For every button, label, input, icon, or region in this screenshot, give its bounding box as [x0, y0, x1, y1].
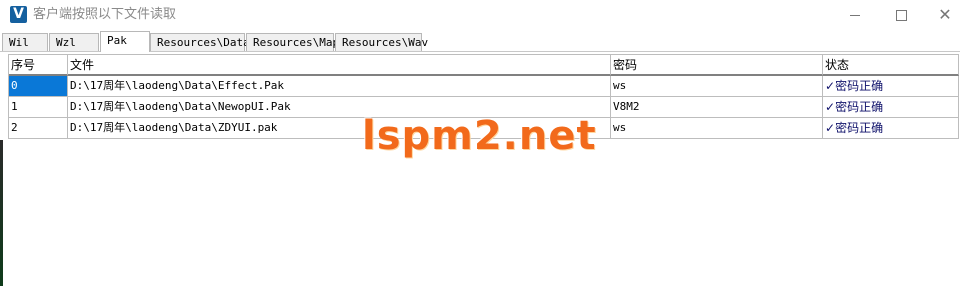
cell-file[interactable]: D:\17周年\laodeng\Data\Effect.Pak [68, 76, 611, 97]
minimize-button[interactable] [832, 0, 878, 30]
tab-wil[interactable]: Wil [2, 33, 48, 51]
app-icon: V [10, 6, 27, 23]
status-text: 密码正确 [835, 100, 884, 114]
header-row: 序号 文件 密码 状态 [9, 55, 959, 76]
background-window-edge [0, 140, 3, 286]
minimize-icon [850, 14, 860, 16]
cell-status[interactable]: ✓密码正确 [823, 97, 959, 118]
cell-index[interactable]: 2 [9, 118, 68, 139]
cell-password[interactable]: ws [611, 76, 823, 97]
column-header-status[interactable]: 状态 [823, 55, 959, 76]
close-icon: ✕ [938, 5, 952, 24]
tab-resources-wav[interactable]: Resources\Wav [335, 33, 428, 51]
maximize-button[interactable] [878, 0, 924, 30]
cell-index[interactable]: 0 [9, 76, 68, 97]
check-icon: ✓ [825, 121, 836, 135]
title-bar: V 客户端按照以下文件读取 ✕ [0, 0, 960, 30]
tab-bar: Wil Wzl Pak Resources\Data Resources\Map… [0, 31, 960, 52]
cell-status[interactable]: ✓密码正确 [823, 76, 959, 97]
maximize-icon [895, 9, 907, 21]
cell-password[interactable]: V8M2 [611, 97, 823, 118]
tab-pak[interactable]: Pak [100, 31, 150, 52]
close-button[interactable]: ✕ [922, 0, 960, 30]
column-header-file[interactable]: 文件 [68, 55, 611, 76]
table-row[interactable]: 0 D:\17周年\laodeng\Data\Effect.Pak ws ✓密码… [9, 76, 959, 97]
status-text: 密码正确 [835, 121, 884, 135]
column-header-index[interactable]: 序号 [9, 55, 68, 76]
cell-status[interactable]: ✓密码正确 [823, 118, 959, 139]
tab-resources-map[interactable]: Resources\Map [246, 33, 339, 51]
status-text: 密码正确 [835, 79, 884, 93]
cell-password[interactable]: ws [611, 118, 823, 139]
column-header-password[interactable]: 密码 [611, 55, 823, 76]
tab-wzl[interactable]: Wzl [49, 33, 99, 51]
cell-index[interactable]: 1 [9, 97, 68, 118]
window-title: 客户端按照以下文件读取 [33, 7, 177, 22]
watermark-text: lspm2.net [362, 113, 597, 159]
check-icon: ✓ [825, 100, 836, 114]
tab-resources-data[interactable]: Resources\Data [150, 33, 250, 51]
check-icon: ✓ [825, 79, 836, 93]
